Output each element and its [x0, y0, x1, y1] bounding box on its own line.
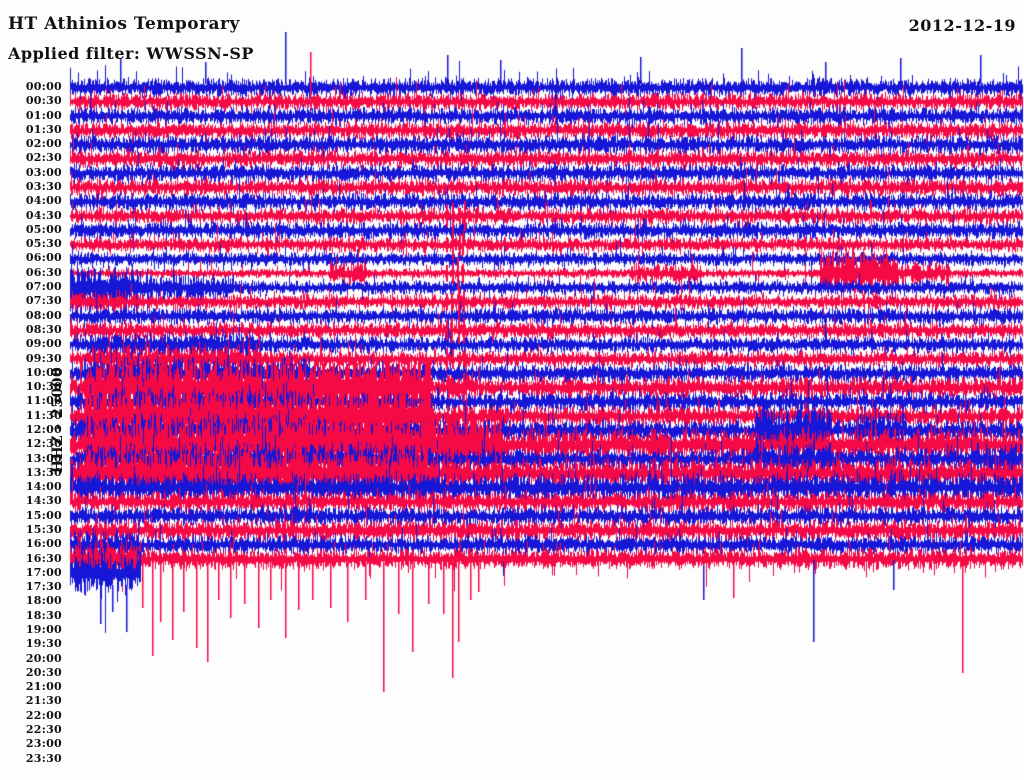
- channel-scale-label: HHZ - 25000: [50, 366, 66, 474]
- applied-filter-label: Applied filter: WWSSN-SP: [8, 44, 254, 63]
- time-label: 02:00: [25, 137, 62, 151]
- time-label: 02:30: [25, 151, 62, 165]
- time-label: 15:30: [25, 522, 62, 536]
- helicorder-screen: HT Athinios Temporary Applied filter: WW…: [0, 0, 1024, 780]
- time-label: 19:00: [25, 623, 62, 637]
- time-label: 20:00: [25, 651, 62, 665]
- time-label: 18:30: [25, 608, 62, 622]
- time-label: 23:30: [25, 751, 62, 765]
- time-label: 06:30: [25, 265, 62, 279]
- time-label: 06:00: [25, 251, 62, 265]
- time-label: 07:00: [25, 280, 62, 294]
- time-label: 18:00: [25, 594, 62, 608]
- time-label: 20:30: [25, 665, 62, 679]
- time-label: 16:00: [25, 537, 62, 551]
- time-label: 05:30: [25, 237, 62, 251]
- time-label: 07:30: [25, 294, 62, 308]
- time-label: 17:00: [25, 565, 62, 579]
- station-title: HT Athinios Temporary: [8, 14, 240, 34]
- time-label: 04:30: [25, 208, 62, 222]
- time-label: 21:00: [25, 680, 62, 694]
- time-label: 19:30: [25, 637, 62, 651]
- time-label: 05:00: [25, 222, 62, 236]
- time-label: 21:30: [25, 694, 62, 708]
- time-label: 22:30: [25, 723, 62, 737]
- seismogram-canvas: [0, 0, 1024, 780]
- time-label: 03:00: [25, 165, 62, 179]
- time-label: 23:00: [25, 737, 62, 751]
- time-label: 01:30: [25, 122, 62, 136]
- time-label: 03:30: [25, 180, 62, 194]
- time-label: 00:00: [25, 80, 62, 93]
- time-label: 04:00: [25, 194, 62, 208]
- time-label: 01:00: [25, 108, 62, 122]
- time-label: 00:30: [25, 94, 62, 108]
- time-label: 17:30: [25, 580, 62, 594]
- time-label: 16:30: [25, 551, 62, 565]
- record-date: 2012-12-19: [908, 16, 1016, 35]
- time-label: 22:00: [25, 708, 62, 722]
